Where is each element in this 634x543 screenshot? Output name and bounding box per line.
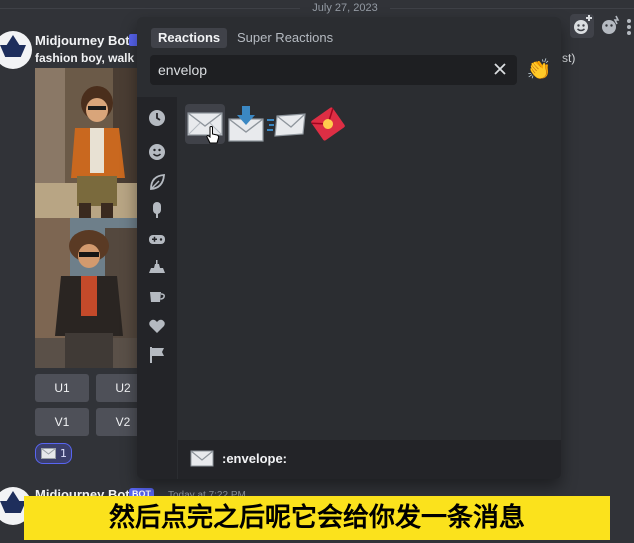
skin-tone-clap-icon[interactable]: 👏 — [525, 55, 553, 83]
prompt-tail: st) — [562, 51, 576, 65]
hand-cursor-icon — [206, 126, 220, 144]
clear-search-icon[interactable] — [493, 62, 507, 76]
emoji-incoming-envelope[interactable] — [267, 104, 307, 144]
tab-reactions[interactable]: Reactions — [151, 28, 228, 48]
date-divider: July 27, 2023 — [300, 2, 390, 14]
travel-icon[interactable] — [148, 259, 166, 277]
video-subtitle: 然后点完之后呢它会给你发一条消息 — [24, 496, 610, 540]
reaction-envelope[interactable]: 1 — [35, 443, 72, 464]
image-grid[interactable] — [35, 68, 138, 368]
envelope-preview-icon — [190, 450, 214, 467]
super-reaction-icon[interactable] — [598, 14, 622, 38]
author-name[interactable]: Midjourney Bot — [35, 33, 130, 48]
search-box — [150, 55, 517, 85]
nature-icon[interactable] — [148, 173, 166, 191]
emoji-preview-footer: :envelope: — [178, 440, 561, 479]
avatar[interactable] — [0, 31, 32, 69]
emoji-picker: Reactions Super Reactions 👏 :envelope: — [137, 17, 561, 479]
prompt-text: fashion boy, walk — [35, 51, 135, 65]
generated-image-3[interactable] — [35, 218, 138, 368]
variation-1-button[interactable]: V1 — [35, 408, 89, 436]
envelope-with-arrow-icon — [228, 106, 264, 142]
food-icon[interactable] — [148, 201, 166, 219]
tab-super-reactions[interactable]: Super Reactions — [230, 28, 340, 48]
incoming-envelope-icon — [267, 113, 306, 137]
category-sidebar — [137, 97, 177, 479]
upscale-1-button[interactable]: U1 — [35, 374, 89, 402]
generated-image-1[interactable] — [35, 68, 138, 218]
more-icon[interactable] — [624, 14, 634, 38]
emoji-preview-name: :envelope: — [222, 451, 288, 466]
add-reaction-icon[interactable] — [570, 14, 594, 38]
emoji-search-input[interactable] — [150, 55, 486, 85]
emoji-envelope-with-arrow[interactable] — [226, 104, 266, 144]
recent-icon[interactable] — [148, 109, 166, 127]
symbols-icon[interactable] — [148, 317, 166, 335]
emoji-results — [178, 97, 561, 440]
envelope-icon — [41, 448, 56, 459]
objects-icon[interactable] — [148, 288, 166, 306]
activity-icon[interactable] — [148, 230, 166, 248]
reaction-count: 1 — [60, 447, 67, 460]
smile-icon[interactable] — [148, 143, 166, 161]
flags-icon[interactable] — [148, 346, 166, 364]
red-envelope-icon — [311, 107, 345, 141]
emoji-red-envelope[interactable] — [308, 104, 348, 144]
